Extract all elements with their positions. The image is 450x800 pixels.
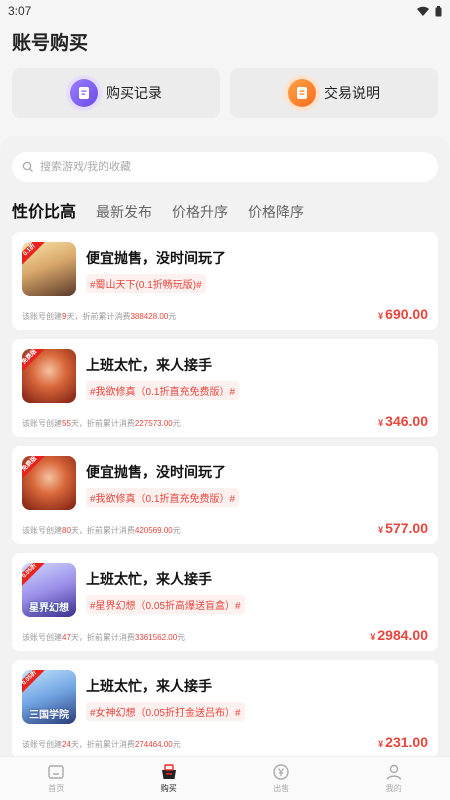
- listing-card[interactable]: 免费版 便宜抛售，没时间玩了 #我欲修真（0.1折直充免费版）# 该账号创建80…: [12, 446, 438, 544]
- user-icon: [386, 764, 401, 780]
- wifi-icon: [417, 6, 429, 16]
- game-tag[interactable]: #我欲修真（0.1折直充免费版）#: [86, 488, 240, 507]
- nav-profile-label: 我的: [385, 784, 402, 793]
- page-title: 账号购买: [12, 33, 89, 54]
- bottom-nav: 首页 购买 出售 我的: [0, 756, 450, 800]
- tab-price-asc[interactable]: 价格升序: [172, 202, 228, 222]
- tab-newest[interactable]: 最新发布: [96, 202, 152, 222]
- nav-sell-label: 出售: [273, 784, 290, 793]
- search-input[interactable]: [40, 161, 428, 173]
- search-bar[interactable]: [12, 152, 438, 182]
- trade-instructions-label: 交易说明: [324, 85, 380, 101]
- nav-sell[interactable]: 出售: [225, 757, 338, 800]
- listing-meta: 该账号创建55天，折前累计消费227573.00元: [22, 419, 181, 428]
- game-thumbnail: 0.1折: [22, 242, 76, 296]
- game-thumbnail: 0.05折 三国学院: [22, 670, 76, 724]
- game-thumbnail: 0.05折 星界幻想: [22, 563, 76, 617]
- status-bar: 3:07: [0, 0, 450, 22]
- listing-price: ¥690.00: [378, 306, 428, 322]
- quick-actions: 购买记录 交易说明: [0, 60, 450, 118]
- listing-price: ¥346.00: [378, 413, 428, 429]
- listing-price: ¥231.00: [378, 734, 428, 750]
- tab-best-value[interactable]: 性价比高: [12, 198, 76, 222]
- listing-title: 上班太忙，来人接手: [86, 678, 212, 694]
- listing-card[interactable]: 0.1折 便宜抛售，没时间玩了 #蜀山天下(0.1折畅玩版)# 该账号创建9天，…: [12, 232, 438, 330]
- listing-card[interactable]: 免费版 上班太忙，来人接手 #我欲修真（0.1折直充免费版）# 该账号创建55天…: [12, 339, 438, 437]
- listing-card[interactable]: 0.05折 三国学院 上班太忙，来人接手 #女神幻想（0.05折打金送吕布）# …: [12, 660, 438, 756]
- listing-panel: 性价比高 最新发布 价格升序 价格降序 0.1折 便宜抛售，没时间玩了 #蜀山天…: [0, 136, 450, 756]
- game-logo-text: 星界幻想: [29, 603, 69, 614]
- game-tag[interactable]: #我欲修真（0.1折直充免费版）#: [86, 381, 240, 400]
- game-thumbnail: 免费版: [22, 349, 76, 403]
- status-time: 3:07: [8, 4, 32, 18]
- purchase-records-button[interactable]: 购买记录: [12, 68, 220, 118]
- discount-badge: 0.1折: [22, 242, 49, 270]
- listing-list: 0.1折 便宜抛售，没时间玩了 #蜀山天下(0.1折畅玩版)# 该账号创建9天，…: [12, 232, 438, 756]
- battery-icon: [435, 5, 442, 16]
- game-logo-text: 三国学院: [29, 710, 69, 721]
- clipboard-icon: [70, 79, 98, 107]
- tab-price-desc[interactable]: 价格降序: [248, 202, 304, 222]
- nav-buy[interactable]: 购买: [113, 757, 226, 800]
- purchase-records-label: 购买记录: [106, 85, 162, 101]
- trade-instructions-button[interactable]: 交易说明: [230, 68, 438, 118]
- discount-badge: 0.05折: [22, 563, 49, 591]
- listing-meta: 该账号创建47天，折前累计消费3361562.00元: [22, 633, 186, 642]
- listing-meta: 该账号创建80天，折前累计消费420569.00元: [22, 526, 181, 535]
- listing-title: 便宜抛售，没时间玩了: [86, 464, 226, 480]
- game-tag[interactable]: #女神幻想（0.05折打金送吕布）#: [86, 702, 245, 721]
- basket-icon: [161, 764, 176, 779]
- game-tag[interactable]: #星界幻想（0.05折高爆送盲盒）#: [86, 595, 245, 614]
- document-icon: [288, 79, 316, 107]
- discount-badge: 0.05折: [22, 670, 49, 698]
- listing-meta: 该账号创建9天，折前累计消费388428.00元: [22, 312, 177, 321]
- listing-meta: 该账号创建24天，折前累计消费274464.00元: [22, 740, 181, 749]
- nav-home[interactable]: 首页: [0, 757, 113, 800]
- discount-badge: 免费版: [22, 349, 49, 377]
- discount-badge: 免费版: [22, 456, 49, 484]
- home-icon: [48, 765, 64, 779]
- listing-price: ¥577.00: [378, 520, 428, 536]
- nav-buy-label: 购买: [160, 784, 177, 793]
- listing-title: 上班太忙，来人接手: [86, 357, 212, 373]
- listing-card[interactable]: 0.05折 星界幻想 上班太忙，来人接手 #星界幻想（0.05折高爆送盲盒）# …: [12, 553, 438, 651]
- listing-title: 上班太忙，来人接手: [86, 571, 212, 587]
- nav-profile[interactable]: 我的: [338, 757, 450, 800]
- listing-price: ¥2984.00: [370, 627, 428, 643]
- nav-home-label: 首页: [48, 784, 65, 793]
- game-thumbnail: 免费版: [22, 456, 76, 510]
- yen-coin-icon: [273, 764, 289, 780]
- sort-tabs: 性价比高 最新发布 价格升序 价格降序: [12, 182, 438, 222]
- listing-title: 便宜抛售，没时间玩了: [86, 250, 226, 266]
- game-tag[interactable]: #蜀山天下(0.1折畅玩版)#: [86, 274, 206, 293]
- search-icon: [22, 161, 33, 172]
- status-icons: [417, 5, 442, 17]
